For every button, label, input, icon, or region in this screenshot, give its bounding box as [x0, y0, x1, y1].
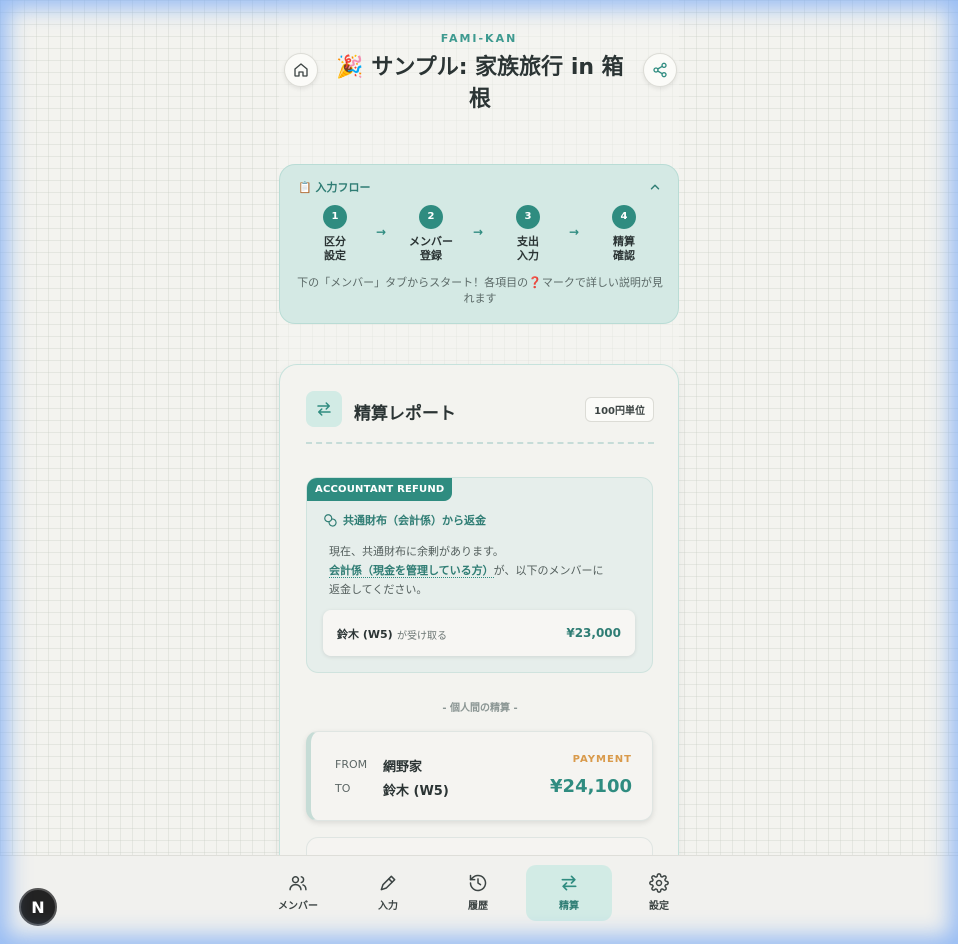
refund-recipient-row: 鈴木 (W5) が受け取る ¥23,000 [323, 610, 635, 656]
transfer-icon [317, 402, 331, 416]
from-label: FROM [335, 758, 368, 771]
step-label: 精算 確認 [613, 235, 635, 262]
users-icon [289, 876, 307, 891]
pen-icon [380, 875, 396, 891]
refund-tag: ACCOUNTANT REFUND [307, 478, 453, 501]
nav-settlement[interactable]: 精算 [526, 865, 612, 921]
nav-input[interactable]: 入力 [345, 865, 431, 921]
badge-letter: N [31, 897, 45, 917]
transfer-icon [561, 875, 577, 891]
p2p-section-label: - 個人間の精算 - [442, 703, 518, 714]
step-number: 3 [516, 205, 540, 229]
home-icon [294, 63, 308, 77]
nav-settlement-label: 精算 [559, 901, 579, 912]
input-flow-panel: 📋 入力フロー 1 区分 設定 → 2 メンバー 登録 → 3 支出 入力 → … [279, 164, 679, 324]
step-arrow: → [569, 225, 580, 239]
brand-label: FAMI-KAN [440, 32, 518, 45]
coins-icon [324, 514, 337, 527]
history-icon [469, 874, 487, 892]
payee-name: 鈴木 (W5) [383, 784, 449, 799]
flow-step: 1 区分 設定 [305, 205, 365, 263]
share-icon [653, 62, 667, 78]
refund-heading: 共通財布（会計係）から返金 [323, 512, 486, 528]
payment-tag: PAYMENT [572, 754, 632, 765]
payer-name: 網野家 [383, 760, 423, 775]
accountant-help-link[interactable]: 会計係（現金を管理している方） [329, 564, 494, 578]
recipient-name: 鈴木 (W5) [337, 628, 393, 641]
chevron-up-icon [650, 184, 660, 190]
devtools-badge[interactable]: N [19, 888, 57, 926]
nav-history-label: 履歴 [468, 901, 488, 912]
flow-step: 3 支出 入力 [498, 205, 558, 263]
step-arrow: → [376, 225, 387, 239]
to-label: TO [335, 782, 351, 795]
divider [306, 442, 654, 444]
step-number: 1 [323, 205, 347, 229]
rounding-unit-badge: 100円単位 [585, 397, 654, 422]
nav-history[interactable]: 履歴 [435, 865, 521, 921]
step-label: 区分 設定 [324, 235, 346, 262]
flow-hint: 下の「メンバー」タブからスタート！各項目の❓マークで詳しい説明が見れます [297, 276, 663, 305]
accountant-refund-card: ACCOUNTANT REFUND 共通財布（会計係）から返金 現在、共通財布に… [306, 477, 653, 673]
input-flow-title: 📋 入力フロー [298, 181, 371, 194]
nav-settings[interactable]: 設定 [616, 865, 702, 921]
home-button[interactable] [284, 53, 318, 87]
collapse-button[interactable] [648, 179, 662, 198]
payment-amount: ¥24,100 [550, 776, 632, 797]
report-title: 精算レポート [354, 404, 456, 424]
nav-settings-label: 設定 [649, 901, 669, 912]
receive-note: が受け取る [397, 631, 447, 642]
bottom-nav: メンバー 入力 履歴 精算 設定 [0, 855, 958, 944]
step-number: 4 [612, 205, 636, 229]
report-icon-box [306, 391, 342, 427]
refund-description: 現在、共通財布に余剰があります。 会計係（現金を管理している方）が、以下のメンバ… [329, 542, 639, 599]
refund-heading-text: 共通財布（会計係）から返金 [343, 514, 486, 527]
refund-line-2: が、以下のメンバーに [493, 564, 604, 577]
nav-members-label: メンバー [278, 901, 318, 912]
refund-amount: ¥23,000 [566, 626, 621, 640]
share-button[interactable] [643, 53, 677, 87]
step-label: 支出 入力 [517, 235, 539, 262]
flow-steps: 1 区分 設定 → 2 メンバー 登録 → 3 支出 入力 → 4 精算 確認 [280, 205, 680, 275]
step-number: 2 [419, 205, 443, 229]
flow-step: 4 精算 確認 [594, 205, 654, 263]
flow-step: 2 メンバー 登録 [401, 205, 461, 263]
step-arrow: → [473, 225, 484, 239]
refund-line-1: 現在、共通財布に余剰があります。 [329, 545, 504, 558]
payment-card: FROM 網野家 TO 鈴木 (W5) PAYMENT ¥24,100 [306, 731, 653, 821]
gear-icon [649, 873, 669, 893]
nav-input-label: 入力 [378, 901, 398, 912]
nav-members[interactable]: メンバー [255, 865, 341, 921]
refund-line-3: 返金してください。 [329, 583, 428, 596]
page-title: 🎉 サンプル: 家族旅行 in 箱根 [336, 55, 624, 112]
step-label: メンバー 登録 [409, 235, 453, 262]
